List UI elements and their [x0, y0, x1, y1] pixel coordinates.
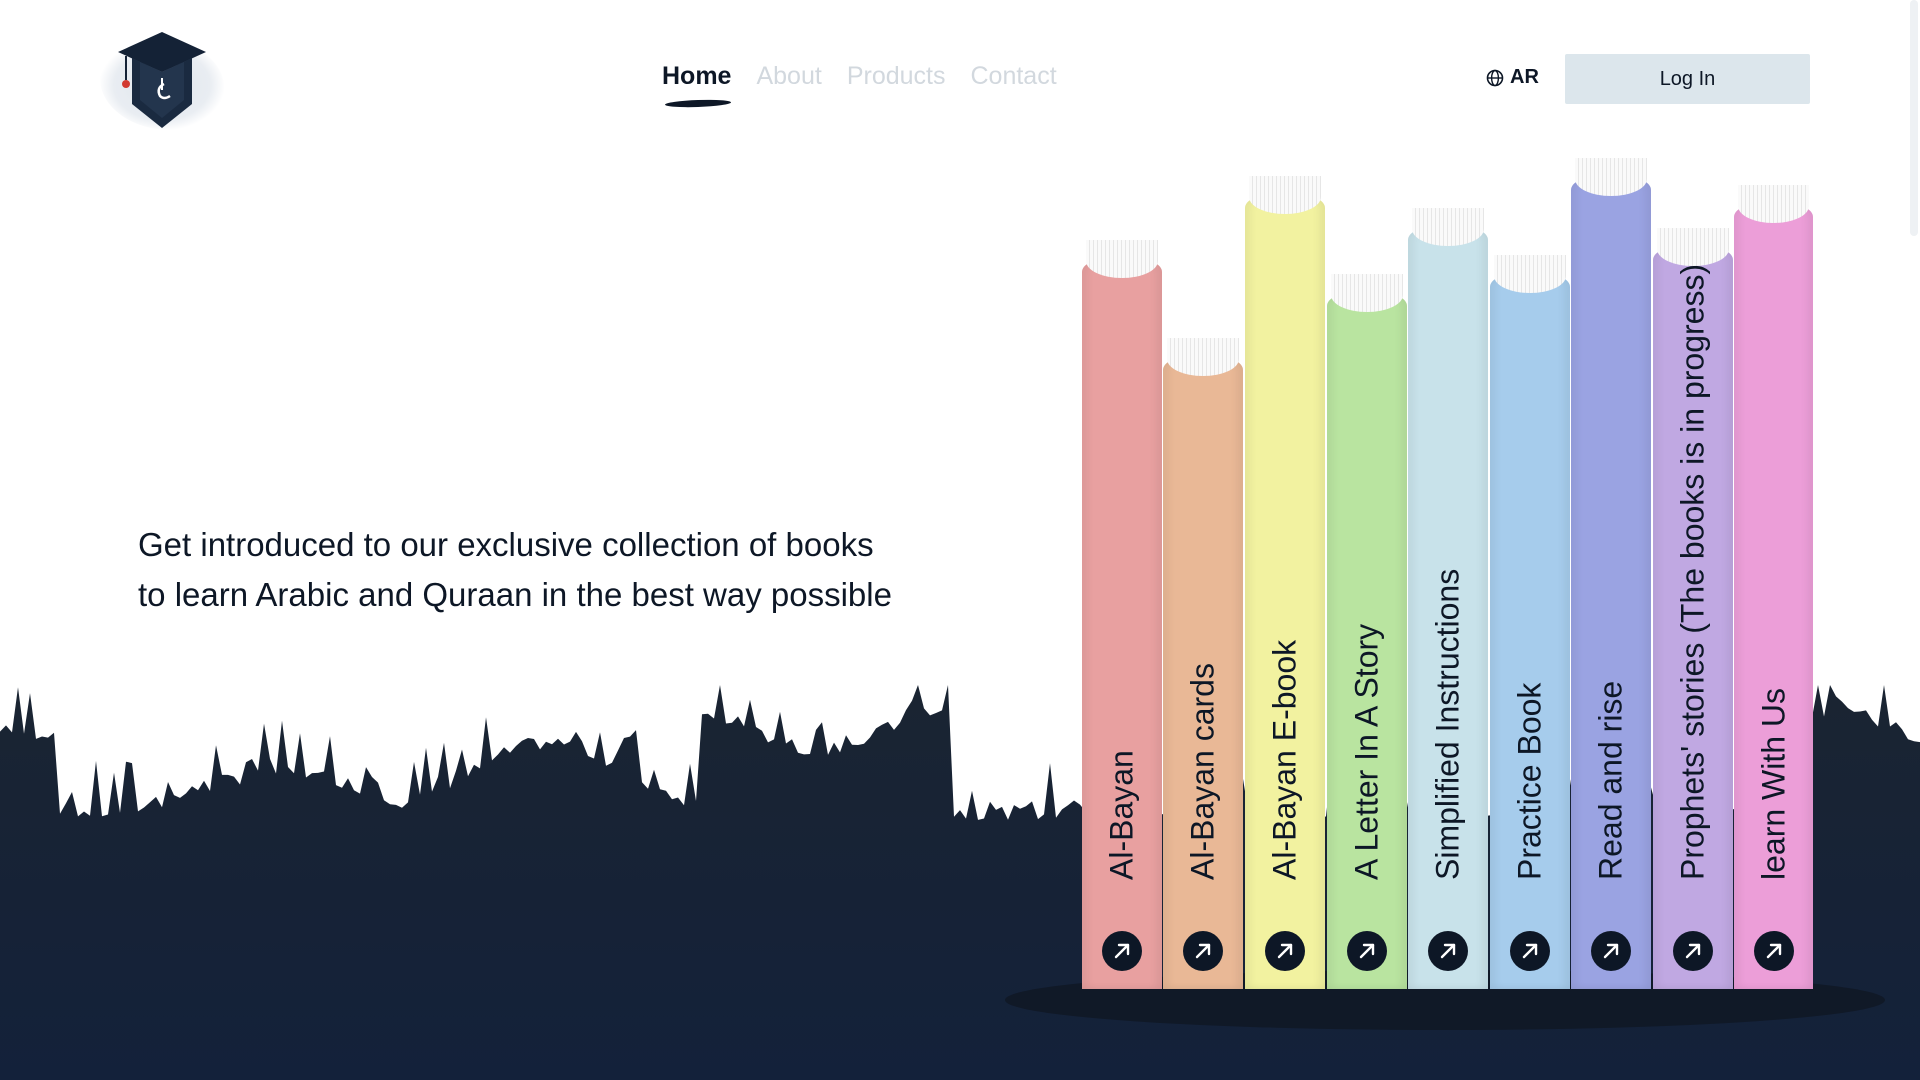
login-button[interactable]: Log In [1565, 54, 1810, 104]
book-card[interactable]: Al-Bayan [1082, 240, 1162, 989]
book-card[interactable]: learn With Us [1734, 185, 1813, 989]
book-title: Al-Bayan E-book [1266, 639, 1303, 880]
hero-intro: Get introduced to our exclusive collecti… [138, 520, 958, 620]
book-title: Al-Bayan cards [1184, 663, 1221, 880]
book-title: A Letter In A Story [1348, 623, 1385, 880]
nav-link-home[interactable]: Home [662, 62, 731, 91]
book-pages [1086, 240, 1158, 278]
hero-intro-line2: to learn Arabic and Quraan in the best w… [138, 576, 892, 613]
language-label: AR [1510, 66, 1539, 88]
arrow-up-right-icon[interactable] [1347, 931, 1387, 971]
book-pages [1412, 208, 1484, 246]
arrow-up-right-icon[interactable] [1591, 931, 1631, 971]
book-card[interactable]: Simplified Instructions [1408, 208, 1488, 989]
book-pages [1331, 274, 1403, 312]
book-card[interactable]: Al-Bayan cards [1163, 338, 1243, 989]
arrow-up-right-icon[interactable] [1510, 931, 1550, 971]
book-pages [1494, 255, 1566, 293]
nav-link-products[interactable]: Products [847, 62, 946, 91]
book-pages [1575, 158, 1647, 196]
arrow-up-right-icon[interactable] [1428, 931, 1468, 971]
language-switch[interactable]: AR [1486, 66, 1539, 89]
main-nav: Home About Products Contact [662, 62, 1057, 91]
arrow-up-right-icon[interactable] [1183, 931, 1223, 971]
nav-link-about[interactable]: About [756, 62, 821, 91]
book-card[interactable]: Practice Book [1490, 255, 1570, 989]
book-pages [1249, 176, 1321, 214]
book-cover [1490, 273, 1570, 989]
arrow-up-right-icon[interactable] [1753, 931, 1794, 971]
book-pages [1657, 228, 1729, 266]
arrow-up-right-icon[interactable] [1102, 931, 1142, 971]
book-title: Read and rise [1592, 680, 1629, 880]
book-title: Al-Bayan [1103, 750, 1140, 880]
book-card[interactable]: Al-Bayan E-book [1245, 176, 1325, 989]
globe-icon [1486, 69, 1504, 86]
book-pages [1738, 185, 1809, 223]
book-title: Practice Book [1511, 682, 1548, 880]
book-title: learn With Us [1755, 687, 1791, 880]
logo[interactable] [100, 28, 224, 132]
scrollbar-thumb[interactable] [1910, 0, 1918, 236]
book-card[interactable]: A Letter In A Story [1327, 274, 1407, 989]
hero-intro-line1: Get introduced to our exclusive collecti… [138, 526, 874, 563]
arrow-up-right-icon[interactable] [1265, 931, 1305, 971]
graduation-cap-icon [118, 32, 206, 128]
nav-link-contact[interactable]: Contact [970, 62, 1056, 91]
book-pages [1167, 338, 1239, 376]
book-title: Simplified Instructions [1429, 568, 1466, 880]
arrow-up-right-icon[interactable] [1673, 931, 1713, 971]
book-card[interactable]: Prophets' stories (The books is in progr… [1653, 228, 1733, 989]
book-card[interactable]: Read and rise [1571, 158, 1651, 989]
book-title: Prophets' stories (The books is in progr… [1674, 254, 1711, 880]
